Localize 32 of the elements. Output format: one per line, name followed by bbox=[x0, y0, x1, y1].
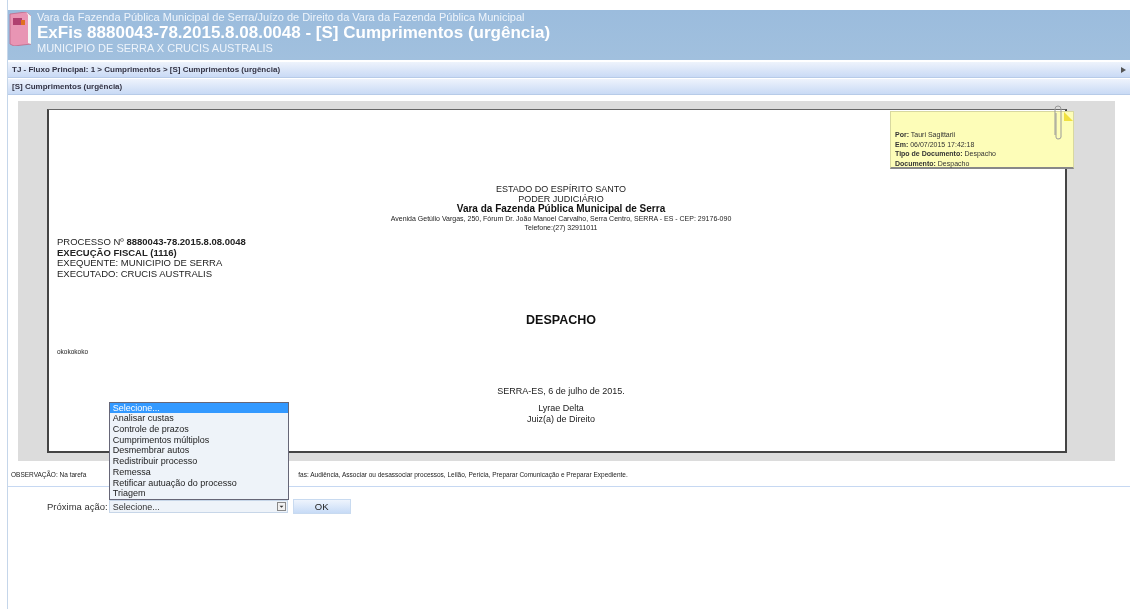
document-icon bbox=[9, 12, 31, 46]
letterhead-line: ESTADO DO ESPÍRITO SANTO bbox=[496, 184, 626, 194]
case-parties: MUNICIPIO DE SERRA X CRUCIS AUSTRALIS bbox=[37, 42, 274, 55]
ok-button[interactable]: OK bbox=[292, 499, 351, 514]
signer-role: Juiz(a) de Direito bbox=[527, 413, 595, 424]
folded-corner-icon bbox=[1064, 112, 1073, 121]
dropdown-option[interactable]: Desmembrar autos bbox=[109, 445, 288, 457]
collapse-icon[interactable] bbox=[1121, 66, 1126, 73]
process-line: EXEQUENTE: MUNICIPIO DE SERRA bbox=[57, 258, 224, 269]
process-line: PROCESSO Nº 8880043-78.2015.8.08.0048 bbox=[57, 237, 247, 248]
court-name: Vara da Fazenda Pública Municipal de Serra/Juízo de Direito da Vara da Fazenda Pública Municipal bbox=[37, 11, 526, 23]
field-label: Próxima ação: bbox=[47, 501, 108, 512]
dropdown-option[interactable]: Cumprimentos múltiplos bbox=[109, 434, 288, 446]
document-date: SERRA-ES, 6 de julho de 2015. bbox=[497, 386, 625, 396]
paperclip-icon bbox=[1053, 105, 1063, 140]
breadcrumb: TJ - Fluxo Principal: 1 > Cumprimentos > [S] Cumprimentos (urgência) bbox=[12, 65, 281, 74]
dropdown-option[interactable]: Controle de prazos bbox=[109, 424, 288, 435]
case-title: ExFis 8880043-78.2015.8.08.0048 - [S] Cumprimentos (urgência) bbox=[37, 23, 551, 42]
caret-icon bbox=[276, 502, 286, 511]
signer-name: Lyrae Delta bbox=[538, 403, 584, 414]
dropdown-option[interactable]: Redistribuir processo bbox=[109, 456, 288, 467]
process-line: EXECUTADO: CRUCIS AUSTRALIS bbox=[57, 268, 214, 279]
letterhead-line: Vara da Fazenda Pública Municipal de Serra bbox=[456, 204, 666, 214]
document-heading: DESPACHO bbox=[526, 313, 596, 327]
task-title: [S] Cumprimentos (urgência) bbox=[12, 82, 123, 91]
letterhead-line: PODER JUDICIÁRIO bbox=[518, 194, 604, 204]
dropdown-option[interactable]: Analisar custas bbox=[109, 413, 288, 425]
action-select[interactable]: Selecione... bbox=[108, 500, 288, 513]
dropdown-option[interactable]: Remessa bbox=[109, 466, 288, 478]
dropdown-option[interactable]: Triagem bbox=[109, 488, 288, 499]
dropdown-option[interactable]: Retificar autuação do processo bbox=[109, 477, 288, 489]
process-line: EXECUÇÃO FISCAL (1116) bbox=[57, 247, 178, 258]
